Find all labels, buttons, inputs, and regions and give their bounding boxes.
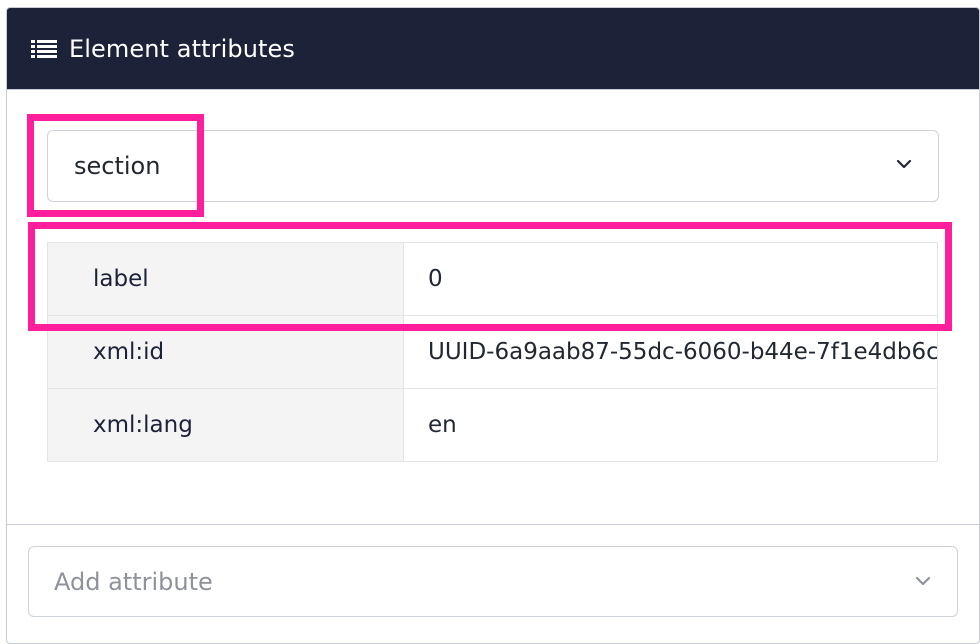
panel-title: Element attributes	[69, 34, 295, 63]
element-attributes-panel: Element attributes section label 0 xml:i…	[6, 7, 980, 644]
add-attribute-select[interactable]: Add attribute	[28, 546, 958, 617]
attribute-value[interactable]: UUID-6a9aab87-55dc-6060-b44e-7f1e4db6c	[403, 315, 938, 389]
table-row: xml:lang en	[47, 388, 938, 462]
element-select[interactable]: section	[47, 130, 939, 202]
attribute-value[interactable]: en	[403, 388, 938, 462]
attribute-name: xml:id	[47, 315, 404, 389]
divider	[7, 524, 979, 525]
attributes-table: label 0 xml:id UUID-6a9aab87-55dc-6060-b…	[47, 242, 938, 462]
attribute-name: label	[47, 242, 404, 316]
attribute-name: xml:lang	[47, 388, 404, 462]
list-icon	[31, 39, 57, 58]
table-row: label 0	[47, 242, 938, 316]
chevron-down-icon	[896, 159, 912, 169]
chevron-down-icon	[915, 576, 931, 586]
panel-header: Element attributes	[7, 8, 979, 90]
add-attribute-placeholder: Add attribute	[54, 567, 213, 596]
table-row: xml:id UUID-6a9aab87-55dc-6060-b44e-7f1e…	[47, 315, 938, 389]
element-select-value: section	[74, 152, 161, 180]
attribute-value[interactable]: 0	[403, 242, 938, 316]
